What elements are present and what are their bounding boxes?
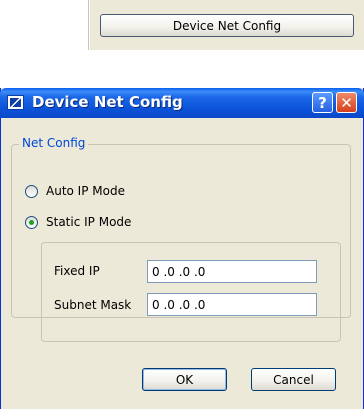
subnet-mask-input[interactable]	[147, 293, 317, 316]
fixed-ip-label: Fixed IP	[54, 264, 100, 278]
dialog-app-icon	[7, 95, 24, 110]
auto-ip-mode-radio[interactable]: Auto IP Mode	[25, 184, 125, 198]
cancel-button[interactable]: Cancel	[251, 368, 336, 391]
radio-unchecked-icon[interactable]	[25, 184, 38, 198]
static-ip-settings-box	[41, 242, 341, 342]
ok-button[interactable]: OK	[142, 368, 227, 391]
fixed-ip-input[interactable]	[147, 260, 317, 283]
dialog-titlebar[interactable]: Device Net Config ? ✕	[0, 88, 364, 118]
dialog-title: Device Net Config	[32, 93, 183, 111]
device-net-config-button[interactable]: Device Net Config	[100, 14, 354, 37]
static-ip-mode-label: Static IP Mode	[46, 215, 132, 229]
help-icon[interactable]: ?	[312, 92, 333, 113]
device-net-config-dialog: Device Net Config ? ✕ Net Config Auto IP…	[0, 88, 364, 409]
static-ip-mode-radio[interactable]: Static IP Mode	[25, 215, 131, 229]
close-icon[interactable]: ✕	[336, 92, 357, 113]
toolbar-strip: Device Net Config	[88, 0, 364, 50]
toolbar-separator	[88, 0, 90, 50]
auto-ip-mode-label: Auto IP Mode	[46, 184, 125, 198]
net-config-group-label: Net Config	[19, 136, 89, 150]
subnet-mask-label: Subnet Mask	[54, 298, 132, 312]
radio-checked-icon[interactable]	[25, 215, 38, 229]
